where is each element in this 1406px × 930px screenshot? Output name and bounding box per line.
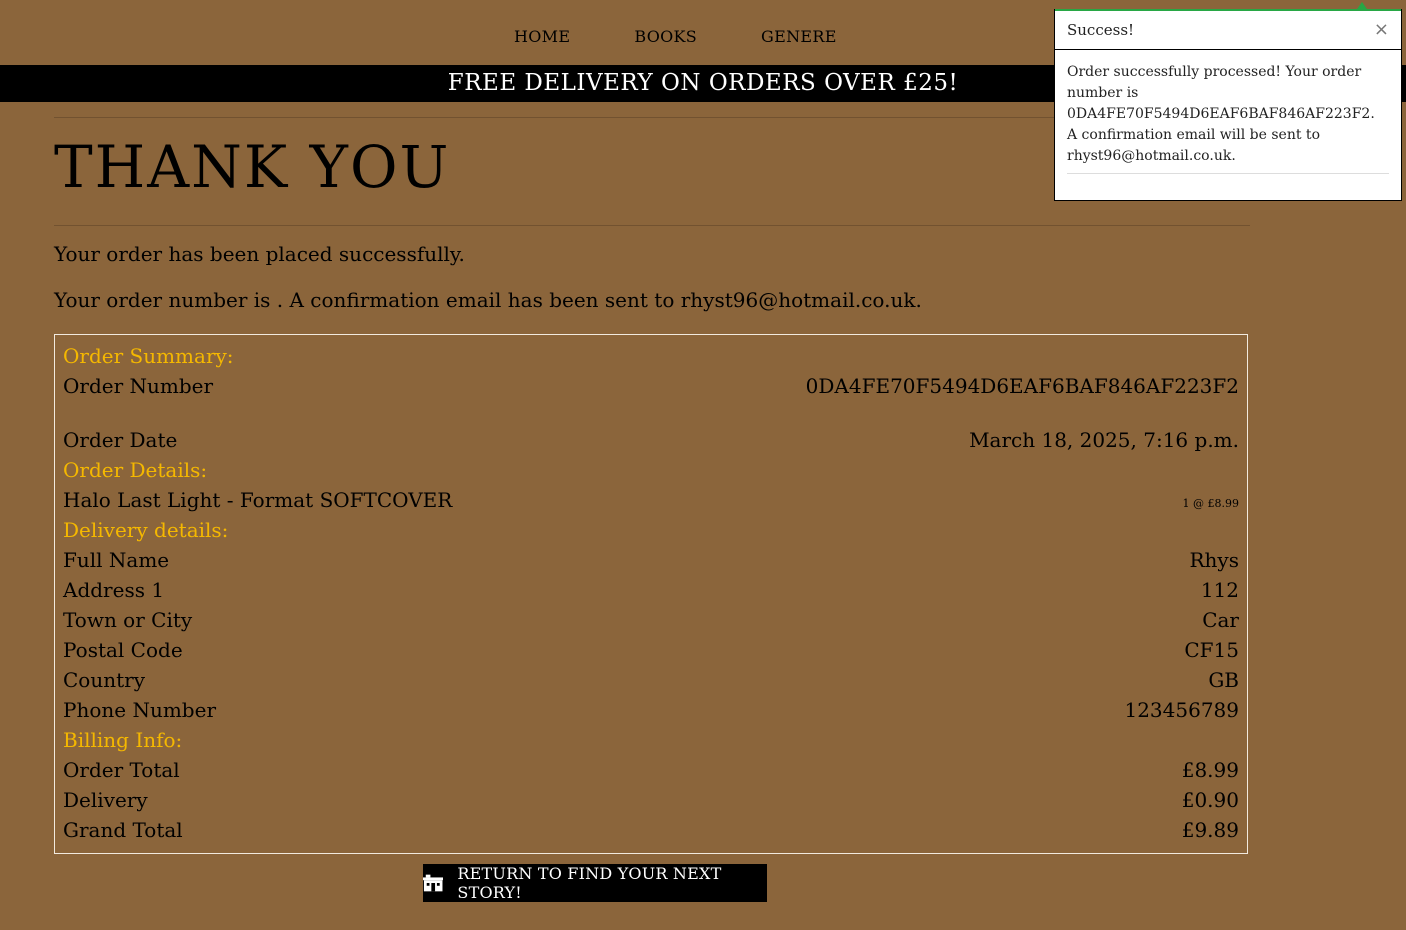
shop-icon	[423, 874, 444, 892]
order-item-qty-price: 1 @ £8.99	[1182, 497, 1239, 510]
nav-home-link[interactable]: HOME	[514, 27, 570, 46]
order-number-label: Order Number	[63, 374, 214, 398]
nav-books-link[interactable]: BOOKS	[634, 27, 697, 46]
order-date-row: Order Date March 18, 2025, 7:16 p.m.	[63, 428, 1239, 452]
postal-code-row: Postal Code CF15	[63, 638, 1239, 662]
phone-label: Phone Number	[63, 698, 216, 722]
full-name-row: Full Name Rhys	[63, 548, 1239, 572]
address1-label: Address 1	[63, 578, 165, 602]
order-item-row: Halo Last Light - Format SOFTCOVER 1 @ £…	[63, 488, 1239, 512]
order-total-row: Order Total £8.99	[63, 758, 1239, 782]
grand-total-label: Grand Total	[63, 818, 183, 842]
phone-row: Phone Number 123456789	[63, 698, 1239, 722]
postal-code-value: CF15	[1184, 638, 1239, 662]
order-summary-heading: Order Summary:	[63, 344, 234, 368]
return-to-shop-button[interactable]: RETURN TO FIND YOUR NEXT STORY!	[423, 864, 767, 902]
toast-header: Success! ×	[1055, 10, 1401, 50]
billing-info-heading: Billing Info:	[63, 728, 183, 752]
divider	[54, 225, 1250, 226]
toast-message: Order successfully processed! Your order…	[1067, 64, 1375, 164]
toast-body: Order successfully processed! Your order…	[1055, 50, 1401, 167]
order-total-label: Order Total	[63, 758, 180, 782]
town-label: Town or City	[63, 608, 193, 632]
country-value: GB	[1208, 668, 1239, 692]
town-value: Car	[1202, 608, 1239, 632]
delivery-cost-row: Delivery £0.90	[63, 788, 1239, 812]
nav-genere-link[interactable]: GENERE	[761, 27, 837, 46]
country-row: Country GB	[63, 668, 1239, 692]
order-number-value: 0DA4FE70F5494D6EAF6BAF846AF223F2	[805, 374, 1239, 398]
address1-value: 112	[1200, 578, 1239, 602]
grand-total-row: Grand Total £9.89	[63, 818, 1239, 842]
order-date-value: March 18, 2025, 7:16 p.m.	[969, 428, 1239, 452]
grand-total-value: £9.89	[1181, 818, 1239, 842]
order-item-label: Halo Last Light - Format SOFTCOVER	[63, 488, 453, 512]
phone-value: 123456789	[1124, 698, 1239, 722]
delivery-details-heading: Delivery details:	[63, 518, 229, 542]
order-summary-panel: Order Summary: Order Number 0DA4FE70F549…	[54, 334, 1248, 854]
order-total-value: £8.99	[1181, 758, 1239, 782]
full-name-value: Rhys	[1189, 548, 1239, 572]
country-label: Country	[63, 668, 146, 692]
town-row: Town or City Car	[63, 608, 1239, 632]
order-placed-message: Your order has been placed successfully.	[54, 242, 465, 266]
address1-row: Address 1 112	[63, 578, 1239, 602]
close-icon[interactable]: ×	[1374, 19, 1389, 40]
toast-accent-bar	[1055, 9, 1401, 11]
return-button-label: RETURN TO FIND YOUR NEXT STORY!	[457, 864, 722, 902]
order-details-heading: Order Details:	[63, 458, 208, 482]
delivery-cost-label: Delivery	[63, 788, 148, 812]
success-toast: Success! × Order successfully processed!…	[1054, 2, 1402, 201]
page: HOME BOOKS GENERE FREE DELIVERY ON ORDER…	[0, 0, 1406, 930]
toast-arrow-icon	[1357, 2, 1367, 9]
order-number-message: Your order number is . A confirmation em…	[54, 288, 922, 312]
page-title: THANK YOU	[54, 133, 451, 201]
toast-title: Success!	[1067, 20, 1135, 39]
full-name-label: Full Name	[63, 548, 170, 572]
delivery-cost-value: £0.90	[1181, 788, 1239, 812]
order-number-row: Order Number 0DA4FE70F5494D6EAF6BAF846AF…	[63, 374, 1239, 398]
order-date-label: Order Date	[63, 428, 178, 452]
postal-code-label: Postal Code	[63, 638, 183, 662]
toast-divider	[1067, 173, 1389, 174]
